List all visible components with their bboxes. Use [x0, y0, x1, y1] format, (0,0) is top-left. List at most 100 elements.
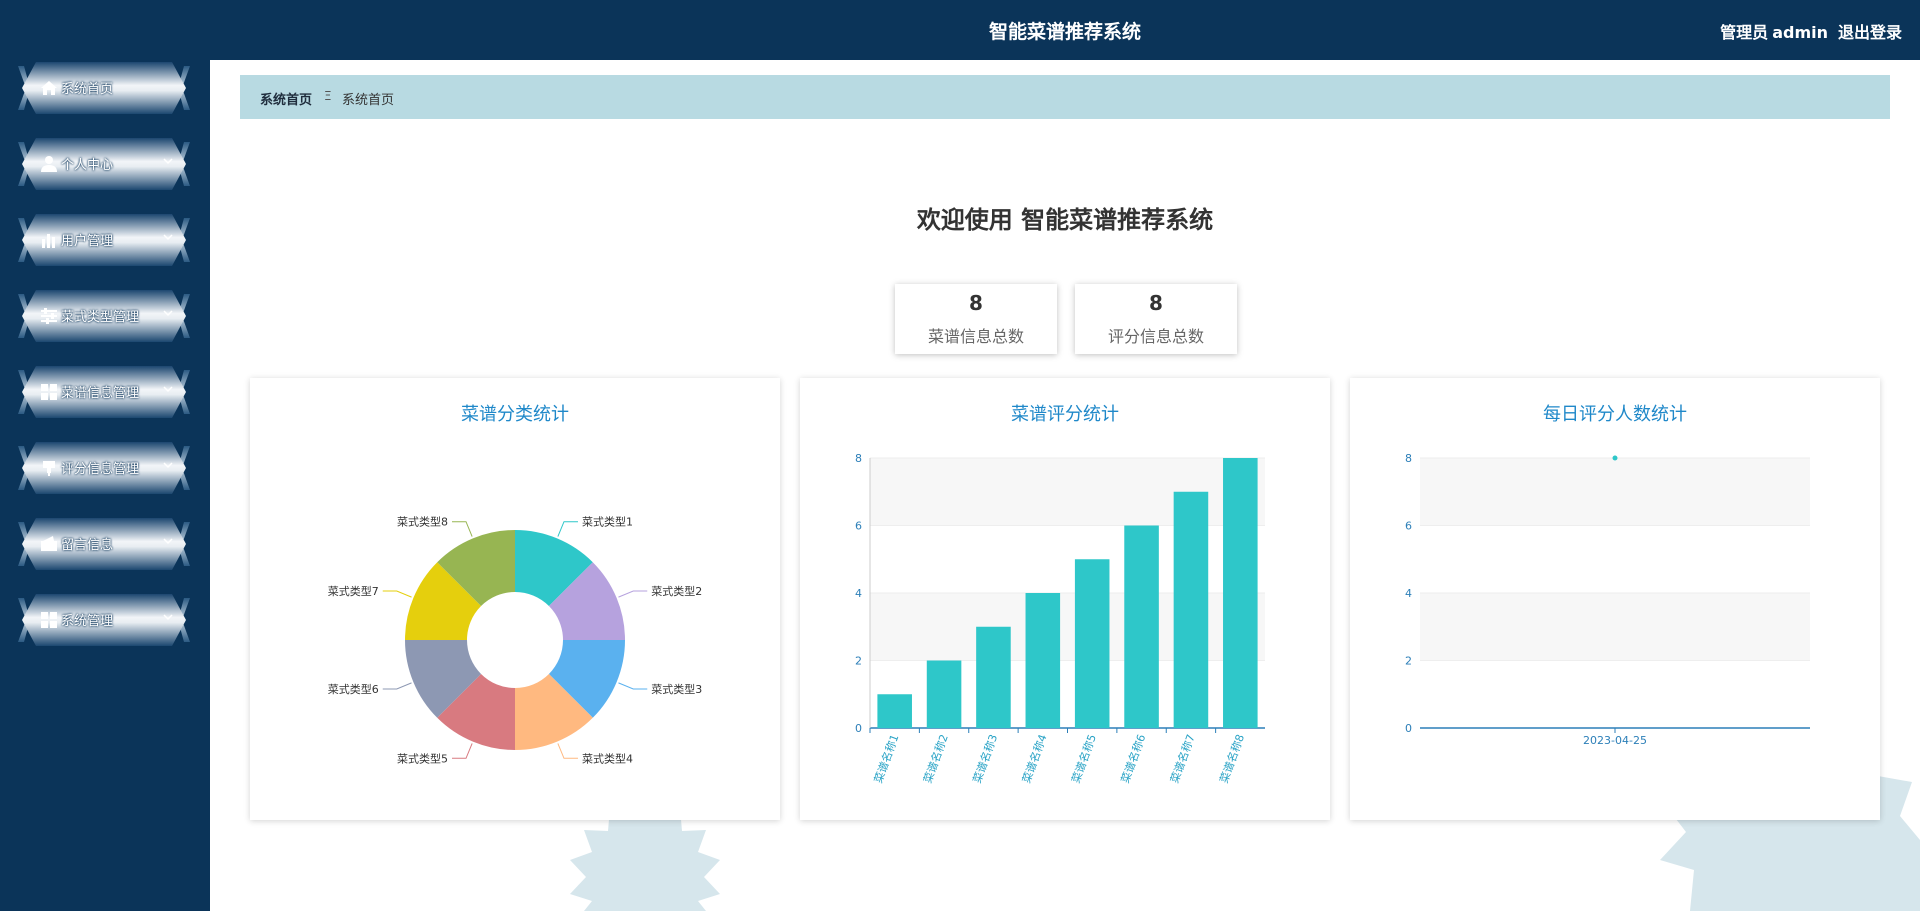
grid-icon [41, 612, 57, 628]
sidebar-item-label: 系统管理 [61, 614, 114, 629]
stat-value: 8 [969, 291, 983, 315]
bar[interactable] [877, 694, 912, 728]
sidebar-item-8[interactable]: 系统管理 [14, 592, 194, 648]
x-tick-label: 菜谱名称5 [1068, 732, 1099, 785]
pin-icon [43, 461, 55, 476]
line-chart: 0 2 4 6 8 2023-04-25 [1405, 452, 1810, 747]
y-tick-label: 8 [1405, 452, 1412, 465]
y-tick-label: 2 [1405, 655, 1412, 668]
stat-label: 评分信息总数 [1107, 327, 1204, 346]
y-tick-label: 4 [855, 587, 862, 600]
sidebar-item-2[interactable]: 个人中心 [14, 136, 194, 192]
chevron-down-icon[interactable] [162, 155, 174, 167]
pie-label-line [618, 590, 648, 598]
line-point[interactable] [1612, 455, 1618, 461]
recipe-rating-chart-panel: 菜谱评分统计 0 2 4 6 8 菜谱名称1 菜谱名称2 菜谱名称3 菜谱名称4 菜谱名称5 菜谱名… [800, 378, 1330, 820]
x-tick-label: 菜谱名称7 [1167, 732, 1198, 785]
pie-slice-label: 菜式类型6 [328, 682, 379, 696]
user-icon [41, 156, 57, 172]
stat-card-recipes: 8 菜谱信息总数 [895, 284, 1057, 354]
bar[interactable] [1173, 491, 1209, 728]
bar[interactable] [1223, 458, 1258, 728]
pie-label-line [452, 743, 473, 759]
grid-band [1420, 593, 1810, 661]
pie-chart: 菜式类型1 菜式类型2 菜式类型3 菜式类型4 菜式类型5 菜式类型6 菜式类型7 菜式类型8 [328, 515, 703, 766]
x-tick-label: 菜谱名称3 [970, 732, 1001, 785]
breadcrumb: 系统首页 Ξ 系统首页 [240, 75, 1890, 119]
wallet-icon [41, 536, 57, 551]
sidebar-item-6[interactable]: 评分信息管理 [14, 440, 194, 496]
sidebar-item-label: 菜谱信息管理 [61, 386, 140, 401]
breadcrumb-current: 系统首页 [342, 93, 395, 108]
y-tick-label: 0 [855, 722, 862, 735]
sidebar-item-7[interactable]: 留言信息 [14, 516, 194, 572]
y-tick-label: 2 [855, 655, 862, 668]
bar[interactable] [1025, 593, 1061, 728]
y-tick-label: 4 [1405, 587, 1412, 600]
chevron-down-icon[interactable] [162, 307, 174, 319]
sidebar-item-label: 留言信息 [61, 538, 114, 553]
sidebar-item-label: 用户管理 [61, 234, 114, 249]
chevron-down-icon[interactable] [162, 611, 174, 623]
bar[interactable] [1074, 559, 1110, 728]
sidebar-item-3[interactable]: 用户管理 [14, 212, 194, 268]
top-header: 智能菜谱推荐系统 管理员 admin 退出登录 [210, 0, 1920, 60]
pie-slice-label: 菜式类型1 [582, 515, 633, 529]
chevron-down-icon[interactable] [162, 459, 174, 471]
sidebar-item-5[interactable]: 菜谱信息管理 [14, 364, 194, 420]
x-tick-label: 菜谱名称4 [1019, 732, 1050, 785]
bar[interactable] [1124, 525, 1159, 729]
pie-label-line [452, 521, 473, 537]
y-tick-label: 0 [1405, 722, 1412, 735]
bar[interactable] [976, 626, 1011, 728]
sidebar-item-1[interactable]: 系统首页 [14, 60, 194, 116]
stat-label: 菜谱信息总数 [927, 327, 1024, 346]
bar-chart: 0 2 4 6 8 菜谱名称1 菜谱名称2 菜谱名称3 菜谱名称4 菜谱名称5 菜谱名称6 菜谱名称7… [855, 452, 1265, 785]
breadcrumb-separator: Ξ [324, 89, 332, 103]
pie-label-line [557, 743, 578, 759]
breadcrumb-home-link[interactable]: 系统首页 [260, 89, 312, 108]
pie-slice-label: 菜式类型2 [651, 584, 702, 598]
sidebar-item-label: 系统首页 [61, 82, 114, 97]
x-tick-label: 菜谱名称6 [1118, 732, 1149, 785]
pie-slice-label: 菜式类型8 [397, 515, 448, 529]
grid-icon [41, 384, 57, 400]
home-icon [41, 81, 57, 95]
chevron-down-icon[interactable] [162, 535, 174, 547]
stat-value: 8 [1149, 291, 1163, 315]
pie-slice-label: 菜式类型4 [582, 751, 633, 765]
stat-card-ratings: 8 评分信息总数 [1075, 284, 1237, 354]
user-role: 管理员 [1720, 23, 1769, 42]
daily-rating-chart-panel: 每日评分人数统计 0 2 4 6 8 2023-04-25 [1350, 378, 1880, 820]
pie-label-line [382, 590, 412, 598]
bar[interactable] [926, 660, 962, 729]
welcome-heading: 欢迎使用 智能菜谱推荐系统 [916, 206, 1214, 234]
bar-chart-icon [42, 234, 55, 248]
x-tick-label: 菜谱名称1 [871, 732, 902, 785]
x-tick-label: 菜谱名称2 [920, 732, 951, 785]
chevron-down-icon[interactable] [162, 231, 174, 243]
pie-label-line [557, 521, 578, 537]
pie-label-line [382, 682, 412, 690]
pie-slice-label: 菜式类型7 [328, 584, 379, 598]
sliders-icon [41, 308, 57, 324]
pie-label-line [618, 682, 648, 690]
x-tick-label: 菜谱名称8 [1217, 732, 1248, 785]
grid-band [1420, 458, 1810, 526]
username: admin [1772, 23, 1828, 42]
x-tick-label: 2023-04-25 [1583, 734, 1647, 747]
y-tick-label: 6 [1405, 520, 1412, 533]
recipe-category-chart-panel: 菜谱分类统计 菜式类型1 菜式类型2 菜式类型3 菜式类型4 菜式类型5 菜式类型6 菜式类… [250, 378, 780, 820]
sidebar-item-label: 菜式类型管理 [61, 310, 140, 325]
sidebar-item-label: 个人中心 [61, 158, 114, 173]
app-title: 智能菜谱推荐系统 [988, 21, 1141, 43]
user-info: 管理员 admin 退出登录 [1712, 19, 1902, 43]
chevron-down-icon[interactable] [162, 383, 174, 395]
logout-button[interactable]: 退出登录 [1838, 23, 1902, 42]
pie-slice-label: 菜式类型5 [397, 751, 448, 765]
sidebar-item-label: 评分信息管理 [61, 462, 140, 477]
y-tick-label: 6 [855, 520, 862, 533]
y-tick-label: 8 [855, 452, 862, 465]
pie-slice-label: 菜式类型3 [651, 682, 702, 696]
sidebar-item-4[interactable]: 菜式类型管理 [14, 288, 194, 344]
